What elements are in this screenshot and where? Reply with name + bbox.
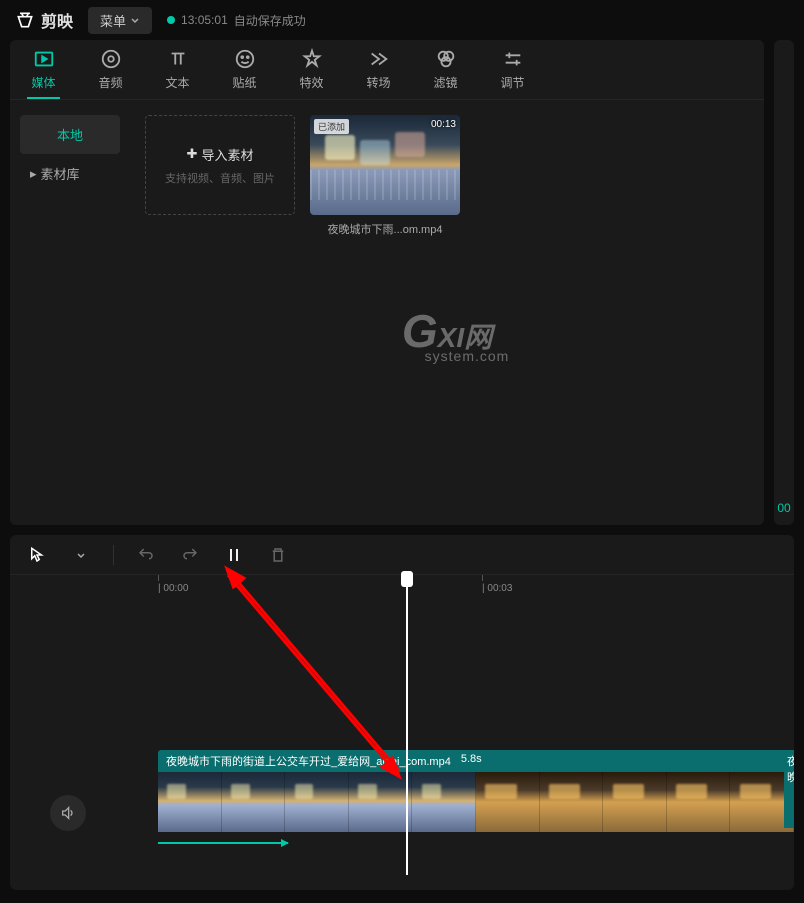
- clip-range-indicator: [158, 834, 288, 844]
- tab-text[interactable]: 文本: [144, 40, 211, 99]
- text-icon: [167, 48, 189, 70]
- adjust-icon: [502, 48, 524, 70]
- clip-duration: 5.8s: [461, 753, 482, 769]
- import-hint: 支持视频、音频、图片: [165, 170, 275, 186]
- media-clip-item[interactable]: 已添加 00:13 夜晚城市下雨...om.mp4: [310, 115, 460, 237]
- tab-filter[interactable]: 滤镜: [412, 40, 479, 99]
- logo-icon: [15, 10, 35, 30]
- plus-icon: ✚: [187, 146, 198, 162]
- select-tool[interactable]: [25, 543, 49, 567]
- tab-transition[interactable]: 转场: [345, 40, 412, 99]
- sticker-icon: [234, 48, 256, 70]
- effects-icon: [301, 48, 323, 70]
- media-icon: [33, 48, 55, 70]
- menu-button[interactable]: 菜单: [88, 7, 152, 34]
- preview-panel: 00: [774, 40, 794, 525]
- duration-label: 00:13: [431, 119, 456, 130]
- timeline-ruler[interactable]: | 00:00 | 00:03: [10, 575, 794, 605]
- import-media-button[interactable]: ✚ 导入素材 支持视频、音频、图片: [145, 115, 295, 215]
- filter-icon: [435, 48, 457, 70]
- tab-media[interactable]: 媒体: [10, 40, 77, 99]
- undo-button[interactable]: [134, 543, 158, 567]
- watermark: GXI网 system.com: [385, 304, 510, 364]
- ruler-tick: | 00:00: [158, 583, 188, 594]
- mute-track-button[interactable]: [50, 795, 86, 831]
- tab-audio[interactable]: 音频: [77, 40, 144, 99]
- split-button[interactable]: [222, 543, 246, 567]
- chevron-right-icon: ▸: [30, 166, 37, 182]
- sidebar-item-library[interactable]: ▸ 素材库: [20, 154, 120, 193]
- audio-icon: [100, 48, 122, 70]
- media-thumbnail: 已添加 00:13: [310, 115, 460, 215]
- clip-title: 夜晚城市下雨的街道上公交车开过_爱给网_aigei_com.mp4: [166, 753, 451, 769]
- app-name: 剪映: [41, 8, 73, 32]
- tab-adjust[interactable]: 调节: [479, 40, 546, 99]
- transition-icon: [368, 48, 390, 70]
- media-panel: 媒体 音频 文本 贴纸 特效 转场: [10, 40, 764, 525]
- media-filename: 夜晚城市下雨...om.mp4: [310, 221, 460, 237]
- ruler-tick: | 00:03: [482, 583, 512, 594]
- tab-effects[interactable]: 特效: [278, 40, 345, 99]
- redo-button[interactable]: [178, 543, 202, 567]
- playhead-handle-icon: [401, 571, 413, 587]
- added-tag: 已添加: [314, 119, 349, 134]
- clip-frames: [158, 772, 794, 832]
- sidebar-item-local[interactable]: 本地: [20, 115, 120, 154]
- status-dot-icon: [167, 16, 175, 24]
- timeline-video-clip[interactable]: 夜晚城市下雨的街道上公交车开过_爱给网_aigei_com.mp4 5.8s: [158, 750, 794, 840]
- chevron-down-icon: [130, 15, 140, 25]
- autosave-status: 13:05:01 自动保存成功: [167, 12, 306, 29]
- app-logo: 剪映: [15, 8, 73, 32]
- timeline-panel: | 00:00 | 00:03 夜晚城市下雨的街道上公交车开过_爱给网_aige…: [10, 535, 794, 890]
- timeline-next-clip[interactable]: 夜晚: [784, 750, 794, 828]
- tool-dropdown[interactable]: [69, 543, 93, 567]
- delete-button[interactable]: [266, 543, 290, 567]
- tab-sticker[interactable]: 贴纸: [211, 40, 278, 99]
- playhead[interactable]: [406, 575, 408, 875]
